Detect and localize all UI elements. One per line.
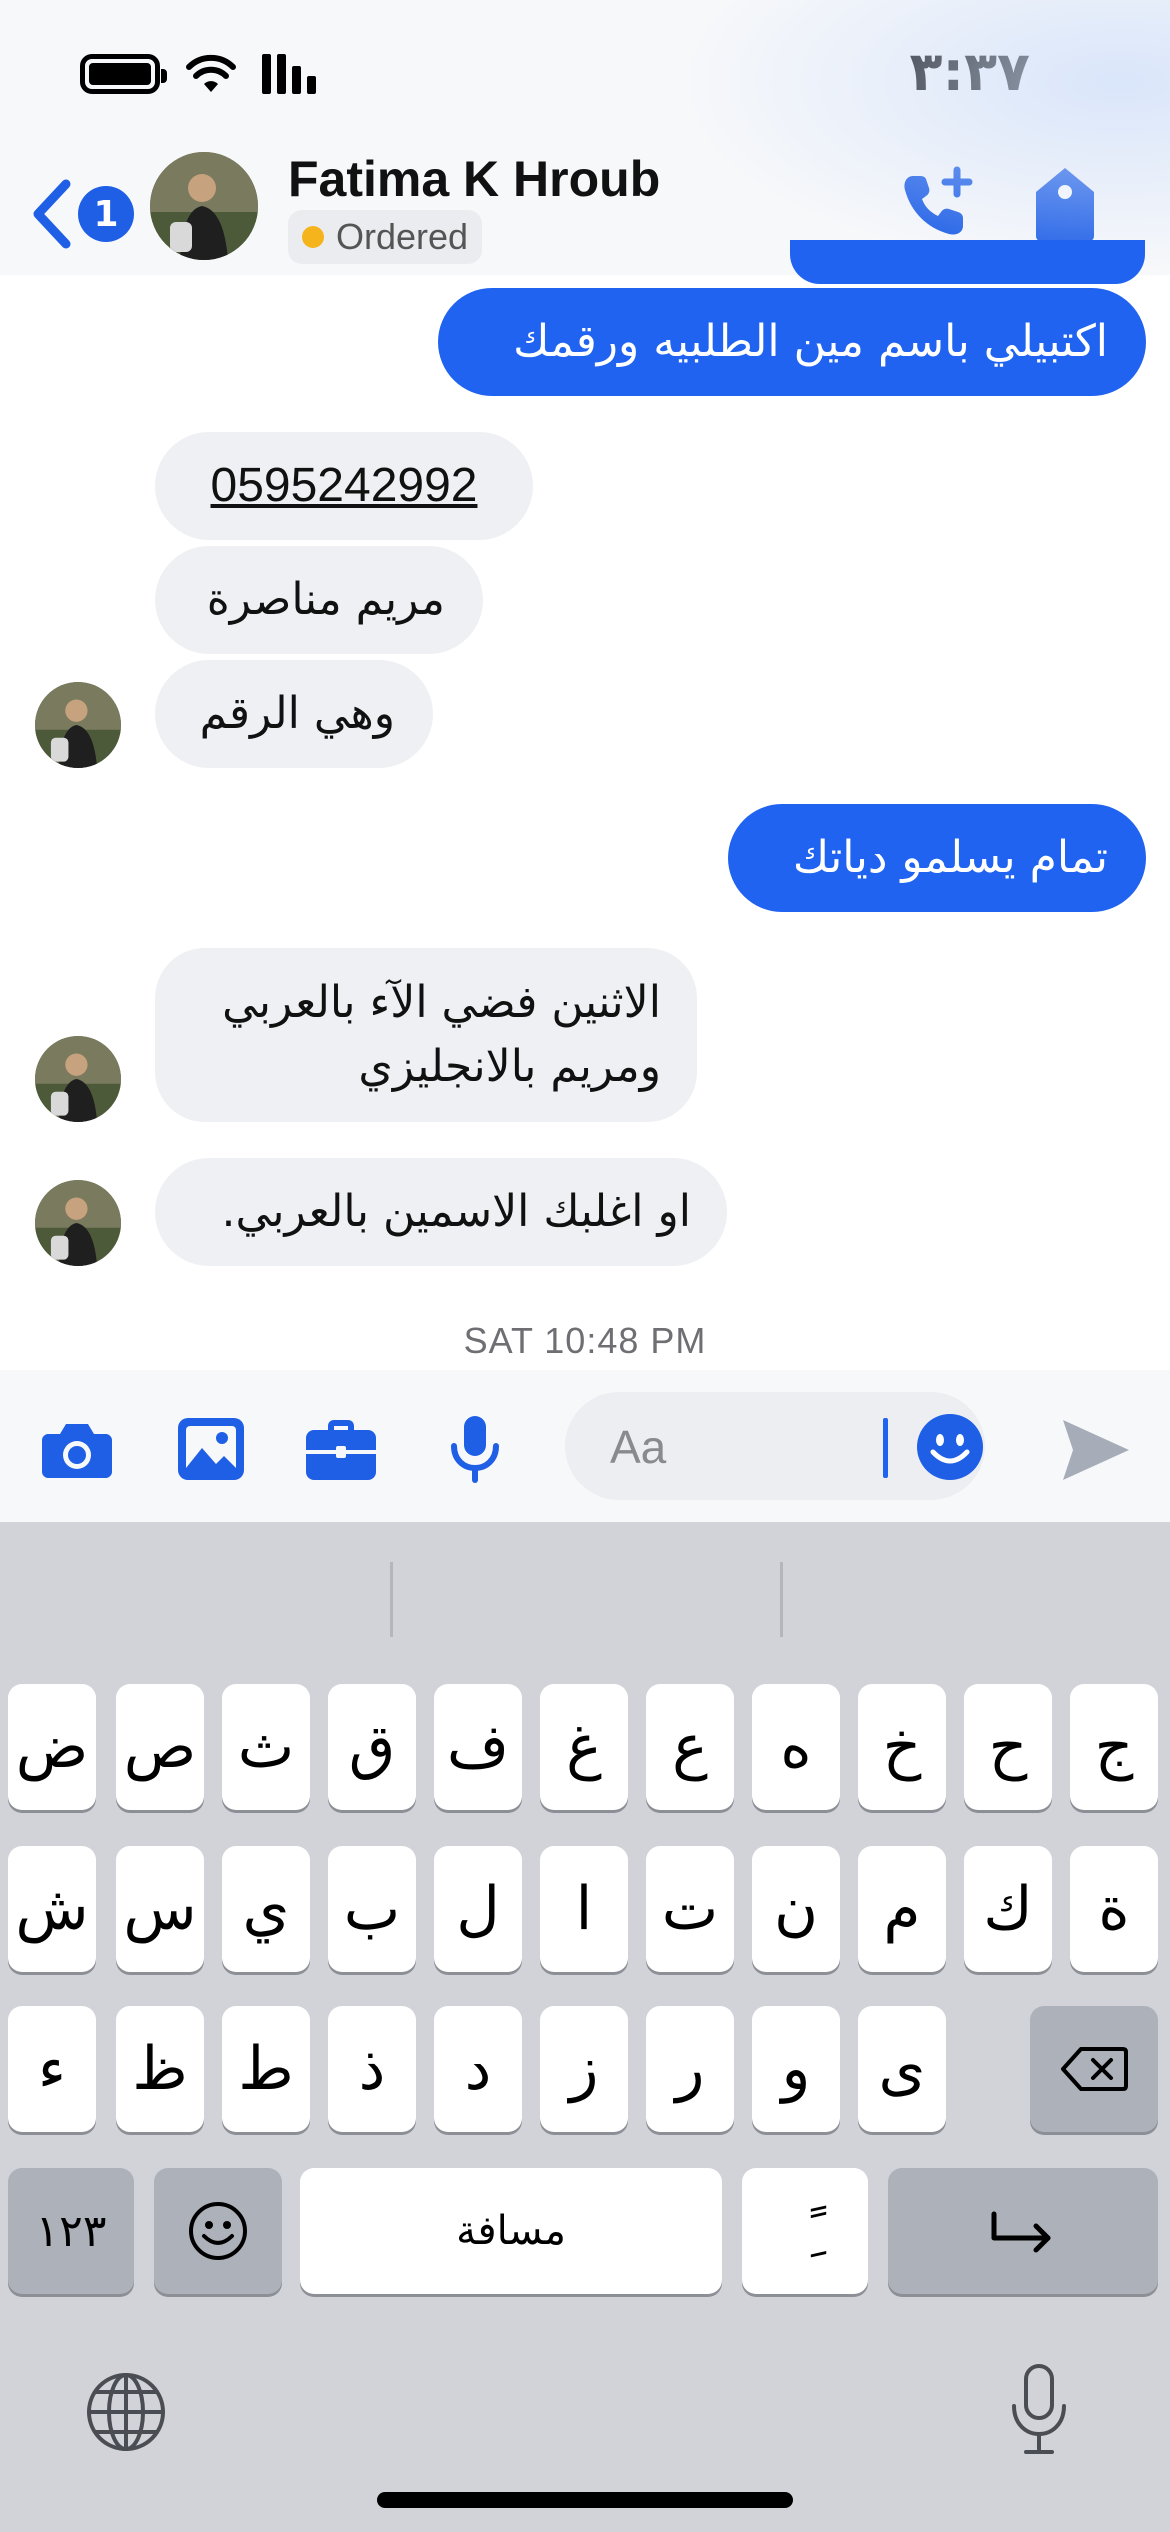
globe-icon[interactable]: [84, 2370, 168, 2454]
tag-icon[interactable]: [1030, 164, 1100, 244]
key-hha[interactable]: ح: [964, 1684, 1052, 1810]
message-bubble-incoming[interactable]: وهي الرقم: [155, 660, 433, 768]
space-key[interactable]: مسافة: [300, 2168, 722, 2294]
message-input-placeholder: Aa: [610, 1421, 667, 1473]
key-ghain[interactable]: غ: [540, 1684, 628, 1810]
key-ba[interactable]: ب: [328, 1846, 416, 1972]
message-text: وهي الرقم: [199, 688, 395, 739]
microphone-icon[interactable]: [436, 1410, 514, 1488]
battery-icon: [80, 54, 167, 94]
numbers-key[interactable]: ١٢٣: [8, 2168, 134, 2294]
message-bubble-outgoing[interactable]: اكتبيلي باسم مين الطلبيه ورقمك: [438, 288, 1146, 396]
avatar-photo: [35, 1036, 121, 1122]
key-qaf[interactable]: ق: [328, 1684, 416, 1810]
key-shin[interactable]: ش: [8, 1846, 96, 1972]
key-ya[interactable]: ي: [222, 1846, 310, 1972]
key-dad[interactable]: ض: [8, 1684, 96, 1810]
key-ha[interactable]: ه: [752, 1684, 840, 1810]
contact-avatar[interactable]: [150, 152, 258, 260]
home-indicator: [377, 2492, 793, 2508]
sender-avatar[interactable]: [35, 682, 121, 768]
message-bubble-outgoing[interactable]: تمام يسلمو دياتك: [728, 804, 1146, 912]
key-hamza[interactable]: ء: [8, 2006, 96, 2132]
key-mim[interactable]: م: [858, 1846, 946, 1972]
diacritics-key[interactable]: ًِ: [742, 2168, 868, 2294]
message-text: مريم مناصرة: [206, 574, 445, 625]
avatar-photo: [150, 152, 258, 260]
status-bar: ٣:٣٧: [0, 0, 1170, 150]
unread-count-badge: 1: [78, 186, 134, 242]
gallery-icon[interactable]: [172, 1410, 250, 1488]
suggestion-divider: [390, 1562, 393, 1637]
key-ain[interactable]: ع: [646, 1684, 734, 1810]
key-tah[interactable]: ط: [222, 2006, 310, 2132]
emoji-icon[interactable]: [915, 1412, 985, 1482]
delete-key[interactable]: [1030, 2006, 1158, 2132]
avatar-photo: [35, 1180, 121, 1266]
message-text: تمام يسلمو دياتك: [792, 832, 1108, 883]
key-ta[interactable]: ت: [646, 1846, 734, 1972]
arabic-keyboard: ض ص ث ق ف غ ع ه خ ح ج ش س ي ب ل ا ت ن م …: [0, 1522, 1170, 2532]
status-time: ٣:٣٧: [909, 40, 1030, 103]
key-kaf[interactable]: ك: [964, 1846, 1052, 1972]
send-icon[interactable]: [1055, 1410, 1135, 1490]
message-timestamp: SAT 10:48 PM: [463, 1320, 707, 1361]
key-sad[interactable]: ص: [116, 1684, 204, 1810]
sender-avatar[interactable]: [35, 1036, 121, 1122]
add-call-icon[interactable]: [895, 164, 975, 244]
message-bubble-incoming[interactable]: 0595242992: [155, 432, 533, 540]
avatar-photo: [35, 682, 121, 768]
message-composer: Aa: [0, 1370, 1170, 1522]
message-text-line2: ومريم بالانجليزي: [358, 1041, 661, 1092]
status-dot: [302, 226, 324, 248]
dictation-microphone-icon[interactable]: [1004, 2362, 1074, 2458]
cellular-signal-icon: [262, 54, 316, 94]
key-ra[interactable]: ر: [646, 2006, 734, 2132]
chevron-left-icon: [33, 179, 71, 249]
camera-icon[interactable]: [38, 1410, 116, 1488]
contact-name[interactable]: Fatima K Hroub: [288, 150, 660, 208]
key-dhal[interactable]: ذ: [328, 2006, 416, 2132]
return-icon: [991, 2211, 1051, 2253]
key-tha[interactable]: ث: [222, 1684, 310, 1810]
message-text: اكتبيلي باسم مين الطلبيه ورقمك: [513, 316, 1108, 367]
key-nun[interactable]: ن: [752, 1846, 840, 1972]
emoji-keyboard-key[interactable]: [154, 2168, 282, 2294]
sender-avatar[interactable]: [35, 1180, 121, 1266]
key-alif-maqsura[interactable]: ى: [858, 2006, 946, 2132]
key-lam[interactable]: ل: [434, 1846, 522, 1972]
message-input[interactable]: Aa: [565, 1392, 985, 1500]
suggestion-divider: [780, 1562, 783, 1637]
message-bubble-incoming[interactable]: الاثنين فضي الآء بالعربي ومريم بالانجليز…: [155, 948, 697, 1122]
return-key[interactable]: [888, 2168, 1158, 2294]
back-button[interactable]: 1: [24, 174, 134, 254]
key-dal[interactable]: د: [434, 2006, 522, 2132]
emoji-face-icon: [189, 2202, 247, 2260]
key-ta-marbuta[interactable]: ة: [1070, 1846, 1158, 1972]
key-kha[interactable]: خ: [858, 1684, 946, 1810]
message-text-line1: الاثنين فضي الآء بالعربي: [222, 977, 661, 1028]
key-jim[interactable]: ج: [1070, 1684, 1158, 1810]
key-dha[interactable]: ظ: [116, 2006, 204, 2132]
order-status-badge[interactable]: Ordered: [288, 210, 483, 264]
status-icons: [80, 54, 316, 94]
numbers-key-label: ١٢٣: [35, 2205, 107, 2257]
message-text: او اغلبك الاسمين بالعربي.: [221, 1186, 691, 1237]
message-bubble-partial: [790, 240, 1145, 284]
wifi-icon: [186, 54, 236, 92]
key-sin[interactable]: س: [116, 1846, 204, 1972]
message-bubble-incoming[interactable]: مريم مناصرة: [155, 546, 483, 654]
backspace-icon: [1061, 2047, 1128, 2091]
key-waw[interactable]: و: [752, 2006, 840, 2132]
order-status-label: Ordered: [336, 216, 469, 257]
text-caret: [883, 1418, 888, 1478]
message-bubble-incoming[interactable]: او اغلبك الاسمين بالعربي.: [155, 1158, 727, 1266]
key-fa[interactable]: ف: [434, 1684, 522, 1810]
phone-number-link[interactable]: 0595242992: [211, 454, 478, 518]
briefcase-icon[interactable]: [302, 1410, 380, 1488]
key-zay[interactable]: ز: [540, 2006, 628, 2132]
space-key-label: مسافة: [456, 2208, 566, 2254]
key-alif[interactable]: ا: [540, 1846, 628, 1972]
